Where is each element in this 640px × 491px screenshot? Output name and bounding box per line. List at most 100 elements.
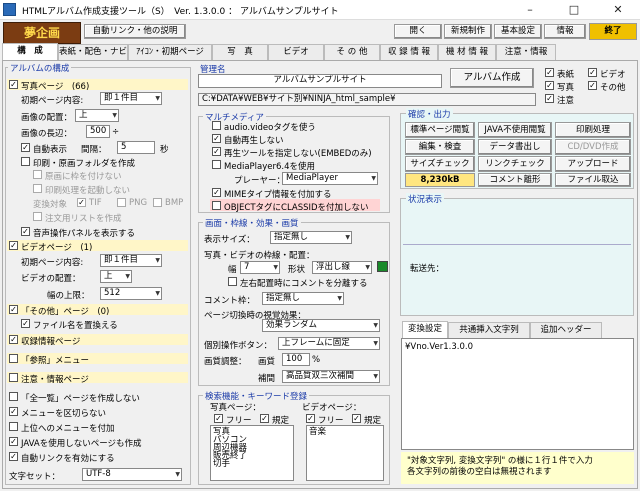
interval-input[interactable]: 5	[117, 141, 155, 154]
quality-input[interactable]: 100	[282, 353, 310, 366]
other-checkbox[interactable]	[588, 81, 597, 90]
video-keyword-list[interactable]: 音楽	[306, 425, 384, 481]
add-to-top-checkbox[interactable]	[9, 422, 18, 431]
print-folder-checkbox[interactable]	[21, 157, 30, 166]
png-checkbox[interactable]	[117, 198, 126, 207]
image-length-input[interactable]: 500	[86, 125, 110, 138]
photo-keyword-list[interactable]: 写真 パソコン 周辺機器 販売終了 切手	[210, 425, 294, 481]
tab-icon[interactable]: ｱｲｺﾝ・初期ページ	[128, 44, 212, 60]
frame-width-select[interactable]: 7	[240, 261, 280, 274]
shape-select[interactable]: 浮出し線	[312, 261, 372, 274]
link-check-button[interactable]: リンクチェック	[478, 156, 552, 172]
tab-extra-header[interactable]: 追加ヘッダー	[530, 322, 602, 338]
cover-checkbox[interactable]	[545, 68, 554, 77]
no-list-page-checkbox[interactable]	[9, 392, 18, 401]
no-print-start-checkbox[interactable]	[33, 184, 42, 193]
notice-page-label: 注意・情報ページ	[21, 375, 89, 385]
video-page-checkbox[interactable]	[9, 241, 18, 250]
player-select[interactable]: MediaPlayer	[282, 172, 378, 185]
tab-photo[interactable]: 写 真	[212, 44, 268, 60]
mime-checkbox[interactable]	[212, 188, 221, 197]
size-check-button[interactable]: サイズチェック	[405, 156, 475, 172]
exit-button[interactable]: 終了	[589, 23, 637, 40]
no-original-frame-checkbox[interactable]	[33, 170, 42, 179]
audio-video-checkbox[interactable]	[212, 121, 221, 130]
autolink-button[interactable]: 自動リンク・他の説明	[84, 24, 186, 39]
open-button[interactable]: 開く	[394, 24, 442, 39]
minimize-button[interactable]: –	[508, 0, 552, 20]
no-list-page-label: 「全一覧」ページを作成しない	[21, 394, 140, 404]
sound-panel-checkbox[interactable]	[21, 227, 30, 236]
image-position-select[interactable]: 上	[75, 109, 119, 122]
cd-dvd-button[interactable]: CD/DVD作成	[555, 139, 631, 155]
other-page-checkbox[interactable]	[9, 305, 18, 314]
tab-record[interactable]: 収 録 情 報	[380, 44, 438, 60]
no-classid-checkbox[interactable]	[212, 201, 221, 210]
width-limit-label: 幅の上限：	[47, 291, 90, 301]
convert-textarea[interactable]: ¥Vno.Ver1.3.0.0	[401, 338, 634, 450]
notice-checkbox[interactable]	[545, 94, 554, 103]
display-size-select[interactable]: 指定無し	[270, 231, 352, 244]
frame-color-swatch[interactable]	[377, 261, 388, 272]
standard-view-button[interactable]: 標準ページ閲覧	[405, 122, 475, 138]
video-fixed-checkbox[interactable]	[352, 414, 361, 423]
new-button[interactable]: 新規制作	[444, 24, 492, 39]
tab-convert[interactable]: 変換設定	[402, 321, 448, 339]
interp-select[interactable]: 高品質双三次補間	[282, 370, 380, 383]
record-page-checkbox[interactable]	[9, 335, 18, 344]
autolink-enable-checkbox[interactable]	[9, 452, 18, 461]
tab-notice[interactable]: 注意・情報	[496, 44, 556, 60]
maximize-button[interactable]: □	[552, 0, 596, 20]
autoplay-checkbox[interactable]	[21, 143, 30, 152]
video-keyword-item[interactable]: 音楽	[309, 428, 381, 437]
mgmt-name-input[interactable]: アルバムサンプルサイト	[198, 74, 442, 88]
tab-structure[interactable]: 構 成	[2, 43, 58, 61]
video-free-checkbox[interactable]	[306, 414, 315, 423]
data-export-button[interactable]: データ書出し	[478, 139, 552, 155]
photo-fixed-checkbox[interactable]	[260, 414, 269, 423]
tab-other[interactable]: そ の 他	[324, 44, 380, 60]
close-button[interactable]: ✕	[596, 0, 640, 20]
photo-free-checkbox[interactable]	[214, 414, 223, 423]
video-initial-select[interactable]: 即１件目	[100, 254, 162, 267]
video-checkbox[interactable]	[588, 68, 597, 77]
photo-page-checkbox[interactable]	[9, 80, 18, 89]
video-position-select[interactable]: 上	[100, 270, 132, 283]
photo-keyword-item[interactable]: 切手	[213, 460, 291, 469]
order-list-checkbox[interactable]	[33, 212, 42, 221]
charset-select[interactable]: UTF-8	[82, 468, 182, 481]
basic-settings-button[interactable]: 基本設定	[494, 24, 542, 39]
tab-equipment[interactable]: 機 材 情 報	[438, 44, 496, 60]
comment-template-button[interactable]: コメント離形	[478, 173, 552, 187]
edit-check-button[interactable]: 編集・検査	[405, 139, 475, 155]
button-position-select[interactable]: 上フレームに固定	[278, 337, 380, 350]
bmp-checkbox[interactable]	[153, 198, 162, 207]
comment-frame-select[interactable]: 指定無し	[262, 292, 344, 305]
width-limit-select[interactable]: 512	[100, 287, 162, 300]
no-autoplay-checkbox[interactable]	[212, 134, 221, 143]
photo-checkbox[interactable]	[545, 81, 554, 90]
reference-menu-checkbox[interactable]	[9, 354, 18, 363]
file-import-button[interactable]: ファイル取込	[555, 173, 631, 187]
tab-cover[interactable]: 表紙・配色・ナビ	[58, 44, 128, 60]
bmp-label: BMP	[165, 198, 184, 208]
tab-video[interactable]: ビデオ	[268, 44, 324, 60]
no-js-checkbox[interactable]	[9, 437, 18, 446]
transition-select[interactable]: 効果ランダム	[262, 319, 380, 332]
album-create-button[interactable]: アルバム作成	[450, 68, 534, 88]
replace-filename-checkbox[interactable]	[21, 319, 30, 328]
no-embed-checkbox[interactable]	[212, 147, 221, 156]
split-comment-checkbox[interactable]	[228, 277, 237, 286]
tif-checkbox[interactable]	[77, 198, 86, 207]
upload-button[interactable]: アップロード	[555, 156, 631, 172]
notice-page-checkbox[interactable]	[9, 373, 18, 382]
no-menu-separator-checkbox[interactable]	[9, 407, 18, 416]
tab-common-string[interactable]: 共通挿入文字列	[448, 322, 530, 338]
info-button[interactable]: 情報	[544, 24, 586, 39]
image-length-spinner[interactable]: ÷	[112, 127, 119, 137]
initial-content-select[interactable]: 即１件目	[100, 92, 162, 105]
nojava-view-button[interactable]: JAVA不使用閲覧	[478, 122, 552, 138]
print-button[interactable]: 印刷処理	[555, 122, 631, 138]
mp64-checkbox[interactable]	[212, 160, 221, 169]
charset-label: 文字セット：	[9, 472, 61, 482]
